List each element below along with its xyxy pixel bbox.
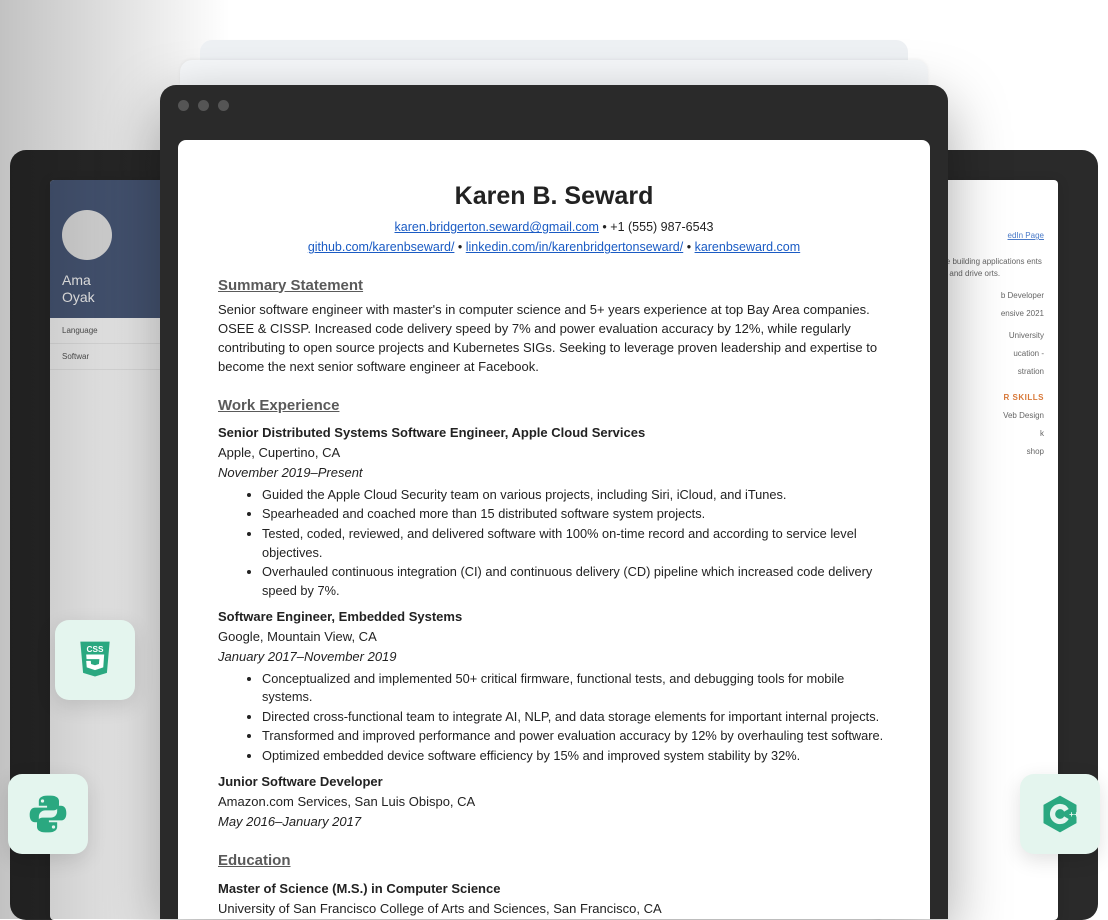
job-title: Senior Distributed Systems Software Engi…: [218, 424, 890, 443]
bullet: Tested, coded, reviewed, and delivered s…: [262, 525, 890, 562]
window-control-zoom[interactable]: [218, 100, 229, 111]
contact-line-1: karen.bridgerton.seward@gmail.com • +1 (…: [218, 218, 890, 236]
python-icon: [26, 792, 70, 836]
separator: •: [599, 220, 610, 234]
window-control-minimize[interactable]: [198, 100, 209, 111]
window-titlebar: [160, 85, 948, 125]
website-link[interactable]: karenbseward.com: [695, 240, 801, 254]
school: University of San Francisco College of A…: [218, 900, 890, 919]
window-control-close[interactable]: [178, 100, 189, 111]
css-icon: CSS: [73, 638, 117, 682]
main-window: Karen B. Seward karen.bridgerton.seward@…: [160, 85, 948, 919]
job-bullets: Conceptualized and implemented 50+ criti…: [218, 670, 890, 766]
email-link[interactable]: karen.bridgerton.seward@gmail.com: [395, 220, 599, 234]
job-location: Amazon.com Services, San Luis Obispo, CA: [218, 793, 890, 812]
avatar-placeholder: [62, 210, 112, 260]
separator: •: [454, 240, 465, 254]
cpp-icon: ++: [1038, 792, 1082, 836]
resume-name: Karen B. Seward: [218, 178, 890, 214]
separator: •: [683, 240, 694, 254]
svg-text:++: ++: [1069, 810, 1079, 819]
bullet: Spearheaded and coached more than 15 dis…: [262, 505, 890, 524]
contact-line-2: github.com/karenbseward/ • linkedin.com/…: [218, 238, 890, 256]
cpp-badge: ++: [1020, 774, 1100, 854]
job-title: Junior Software Developer: [218, 773, 890, 792]
python-badge: [8, 774, 88, 854]
job-location: Apple, Cupertino, CA: [218, 444, 890, 463]
job-bullets: Guided the Apple Cloud Security team on …: [218, 486, 890, 600]
github-link[interactable]: github.com/karenbseward/: [308, 240, 455, 254]
job-dates: May 2016–January 2017: [218, 813, 890, 832]
job-dates: November 2019–Present: [218, 464, 890, 483]
bullet: Overhauled continuous integration (CI) a…: [262, 563, 890, 600]
job-title: Software Engineer, Embedded Systems: [218, 608, 890, 627]
svg-text:CSS: CSS: [87, 645, 104, 654]
degree: Master of Science (M.S.) in Computer Sci…: [218, 880, 890, 899]
bullet: Directed cross-functional team to integr…: [262, 708, 890, 727]
bullet: Guided the Apple Cloud Security team on …: [262, 486, 890, 505]
bullet: Transformed and improved performance and…: [262, 727, 890, 746]
linkedin-link[interactable]: linkedin.com/in/karenbridgertonseward/: [466, 240, 683, 254]
phone: +1 (555) 987-6543: [610, 220, 713, 234]
summary-heading: Summary Statement: [218, 275, 890, 297]
css-badge: CSS: [55, 620, 135, 700]
job-location: Google, Mountain View, CA: [218, 628, 890, 647]
canvas: Ama Oyak Language Softwar edIn Page elop…: [0, 0, 1108, 919]
education-heading: Education: [218, 850, 890, 872]
resume-document: Karen B. Seward karen.bridgerton.seward@…: [178, 140, 930, 919]
job-dates: January 2017–November 2019: [218, 648, 890, 667]
bullet: Optimized embedded device software effic…: [262, 747, 890, 766]
bullet: Conceptualized and implemented 50+ criti…: [262, 670, 890, 707]
summary-text: Senior software engineer with master's i…: [218, 301, 890, 376]
work-heading: Work Experience: [218, 395, 890, 417]
